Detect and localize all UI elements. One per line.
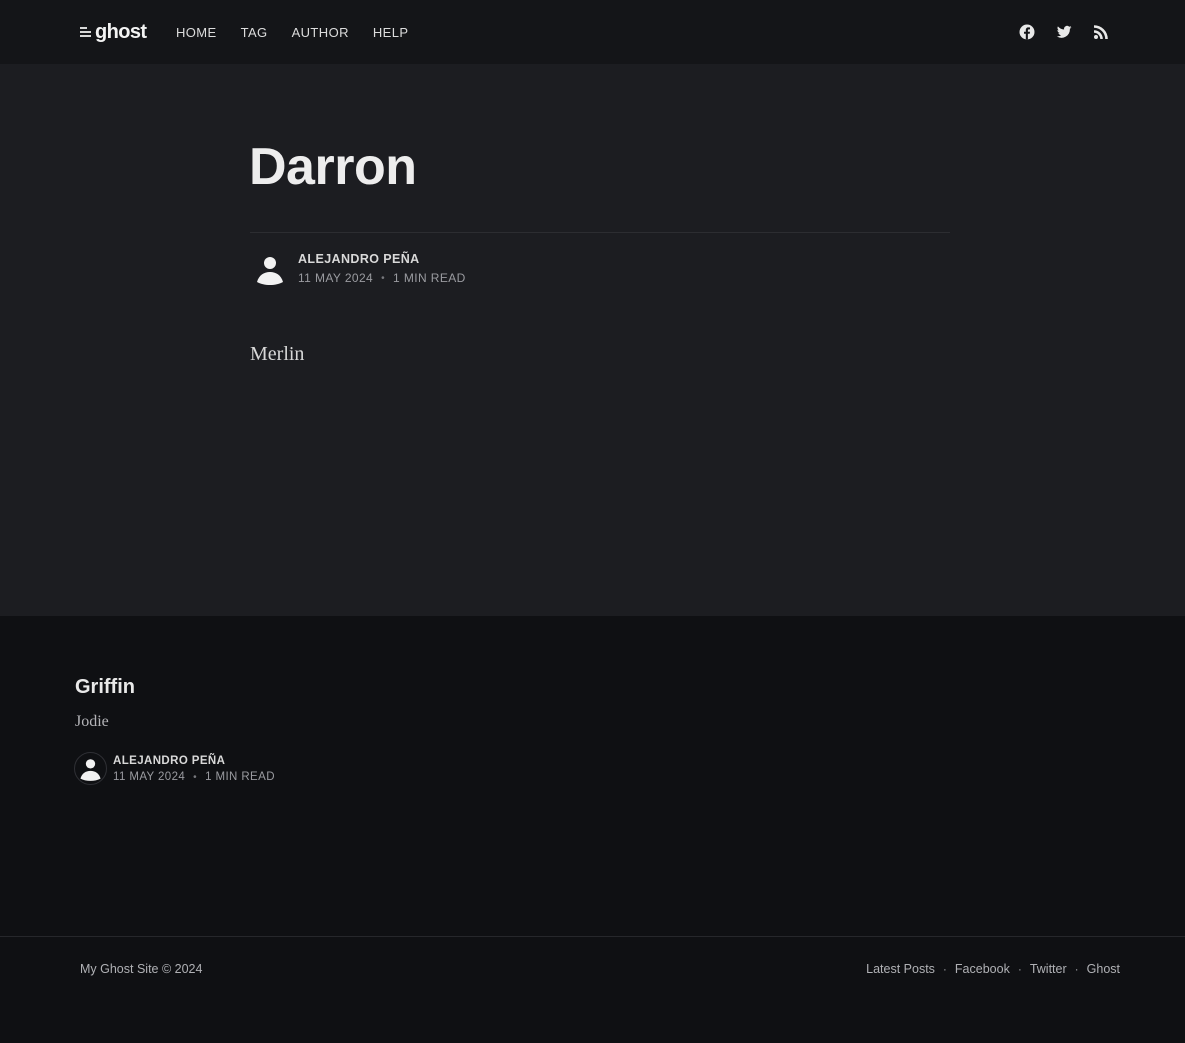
footer-link-facebook[interactable]: Facebook (955, 962, 1010, 976)
nav-help[interactable]: HELP (373, 25, 409, 40)
feed-meta-line: 11 MAY 2024 • 1 MIN READ (113, 771, 275, 783)
article-section (0, 64, 1185, 616)
feed-post-title[interactable]: Griffin (75, 676, 135, 699)
nav-author[interactable]: AUTHOR (292, 25, 349, 40)
feed-post-byline: ALEJANDRO PEÑA 11 MAY 2024 • 1 MIN READ (74, 752, 275, 785)
publish-date: 11 MAY 2024 (298, 271, 374, 285)
rss-icon[interactable] (1093, 24, 1109, 40)
feed-post-meta: ALEJANDRO PEÑA 11 MAY 2024 • 1 MIN READ (113, 755, 275, 785)
site-logo[interactable]: ghost (80, 20, 147, 44)
footer-separator: · (1074, 962, 1079, 976)
article-content: Merlin (250, 343, 305, 365)
site-logo-text: ghost (95, 20, 147, 43)
author-name[interactable]: ALEJANDRO PEÑA (298, 252, 466, 266)
meta-separator: • (381, 272, 386, 284)
user-icon (257, 257, 283, 285)
article-byline: ALEJANDRO PEÑA 11 MAY 2024 • 1 MIN READ (250, 249, 466, 289)
article-title: Darron (249, 138, 417, 196)
feed-author-name[interactable]: ALEJANDRO PEÑA (113, 755, 275, 767)
footer-link-twitter[interactable]: Twitter (1030, 962, 1067, 976)
user-icon (80, 759, 101, 781)
feed-read-time: 1 MIN READ (205, 771, 275, 783)
feed-publish-date: 11 MAY 2024 (113, 771, 186, 783)
ghost-logo-icon (80, 27, 91, 37)
footer-divider (0, 936, 1185, 937)
article-meta: ALEJANDRO PEÑA 11 MAY 2024 • 1 MIN READ (298, 252, 466, 289)
social-links (1019, 24, 1109, 40)
site-header: ghost HOME TAG AUTHOR HELP (0, 0, 1185, 64)
main-nav: HOME TAG AUTHOR HELP (176, 25, 408, 40)
twitter-icon[interactable] (1056, 24, 1072, 40)
footer-separator: · (942, 962, 947, 976)
nav-home[interactable]: HOME (176, 25, 217, 40)
footer-separator: · (1017, 962, 1022, 976)
footer-link-ghost[interactable]: Ghost (1087, 962, 1120, 976)
author-avatar[interactable] (250, 249, 290, 289)
read-time: 1 MIN READ (393, 271, 466, 285)
footer-copyright: My Ghost Site © 2024 (80, 962, 203, 976)
feed-author-avatar[interactable] (74, 752, 107, 785)
title-divider (250, 232, 950, 233)
feed-post-excerpt[interactable]: Jodie (75, 713, 109, 731)
facebook-icon[interactable] (1019, 24, 1035, 40)
meta-separator: • (193, 771, 198, 783)
footer-link-latest-posts[interactable]: Latest Posts (866, 962, 935, 976)
footer-nav: Latest Posts · Facebook · Twitter · Ghos… (866, 962, 1120, 976)
article-meta-line: 11 MAY 2024 • 1 MIN READ (298, 271, 466, 285)
nav-tag[interactable]: TAG (241, 25, 268, 40)
